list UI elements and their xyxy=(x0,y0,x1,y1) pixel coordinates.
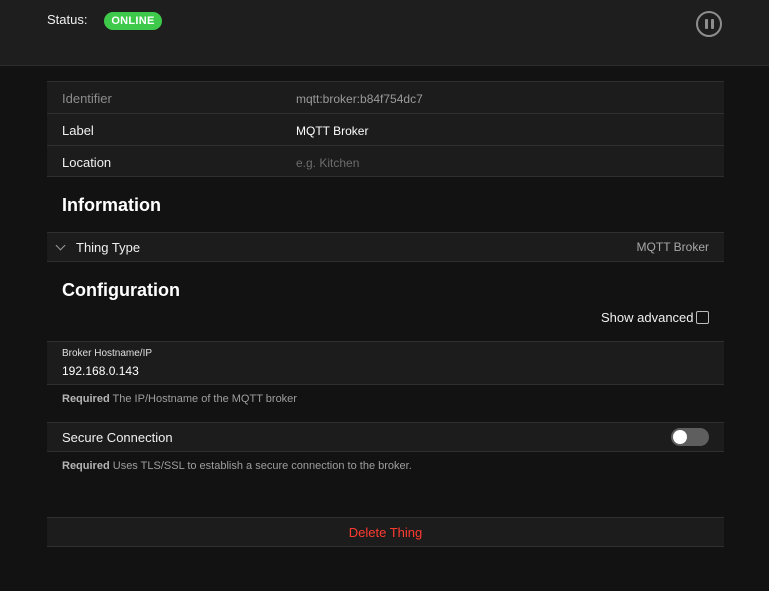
secure-connection-hint: Required Uses TLS/SSL to establish a sec… xyxy=(62,460,412,472)
broker-host-input[interactable]: 192.168.0.143 xyxy=(62,364,139,378)
identity-panel: Identifier mqtt:broker:b84f754dc7 Label … xyxy=(47,81,724,177)
label-row[interactable]: Label MQTT Broker xyxy=(47,113,724,145)
chevron-down-icon xyxy=(55,240,66,251)
label-input[interactable]: MQTT Broker xyxy=(296,124,368,138)
secure-connection-toggle[interactable] xyxy=(671,428,709,446)
status-label: Status: xyxy=(47,12,88,27)
pause-button[interactable] xyxy=(696,11,722,37)
thing-type-row[interactable]: Thing Type MQTT Broker xyxy=(47,232,724,262)
broker-host-field[interactable]: Broker Hostname/IP 192.168.0.143 xyxy=(47,341,724,385)
identifier-label: Identifier xyxy=(62,91,112,106)
broker-host-hint-text: The IP/Hostname of the MQTT broker xyxy=(109,393,297,405)
secure-connection-row: Secure Connection xyxy=(47,422,724,452)
broker-host-label: Broker Hostname/IP xyxy=(62,348,153,359)
show-advanced-label[interactable]: Show advanced xyxy=(601,310,694,325)
top-bar: Status: ONLINE xyxy=(0,0,769,66)
required-label: Required xyxy=(62,393,110,405)
identifier-row: Identifier mqtt:broker:b84f754dc7 xyxy=(47,81,724,113)
broker-host-hint: Required The IP/Hostname of the MQTT bro… xyxy=(62,393,297,405)
location-label: Location xyxy=(62,155,112,170)
location-row[interactable]: Location e.g. Kitchen xyxy=(47,145,724,177)
configuration-title: Configuration xyxy=(62,280,180,300)
identifier-value: mqtt:broker:b84f754dc7 xyxy=(296,92,423,106)
label-label: Label xyxy=(62,123,94,138)
required-label: Required xyxy=(62,460,110,472)
show-advanced-checkbox[interactable] xyxy=(696,311,709,324)
secure-connection-label: Secure Connection xyxy=(62,430,173,445)
thing-type-label: Thing Type xyxy=(76,240,141,255)
thing-type-value: MQTT Broker xyxy=(636,240,709,254)
status-badge: ONLINE xyxy=(104,12,162,30)
information-title: Information xyxy=(62,195,161,215)
secure-connection-hint-text: Uses TLS/SSL to establish a secure conne… xyxy=(109,460,412,472)
location-input[interactable]: e.g. Kitchen xyxy=(296,156,359,170)
toggle-knob xyxy=(673,430,687,444)
delete-thing-button[interactable]: Delete Thing xyxy=(47,517,724,547)
